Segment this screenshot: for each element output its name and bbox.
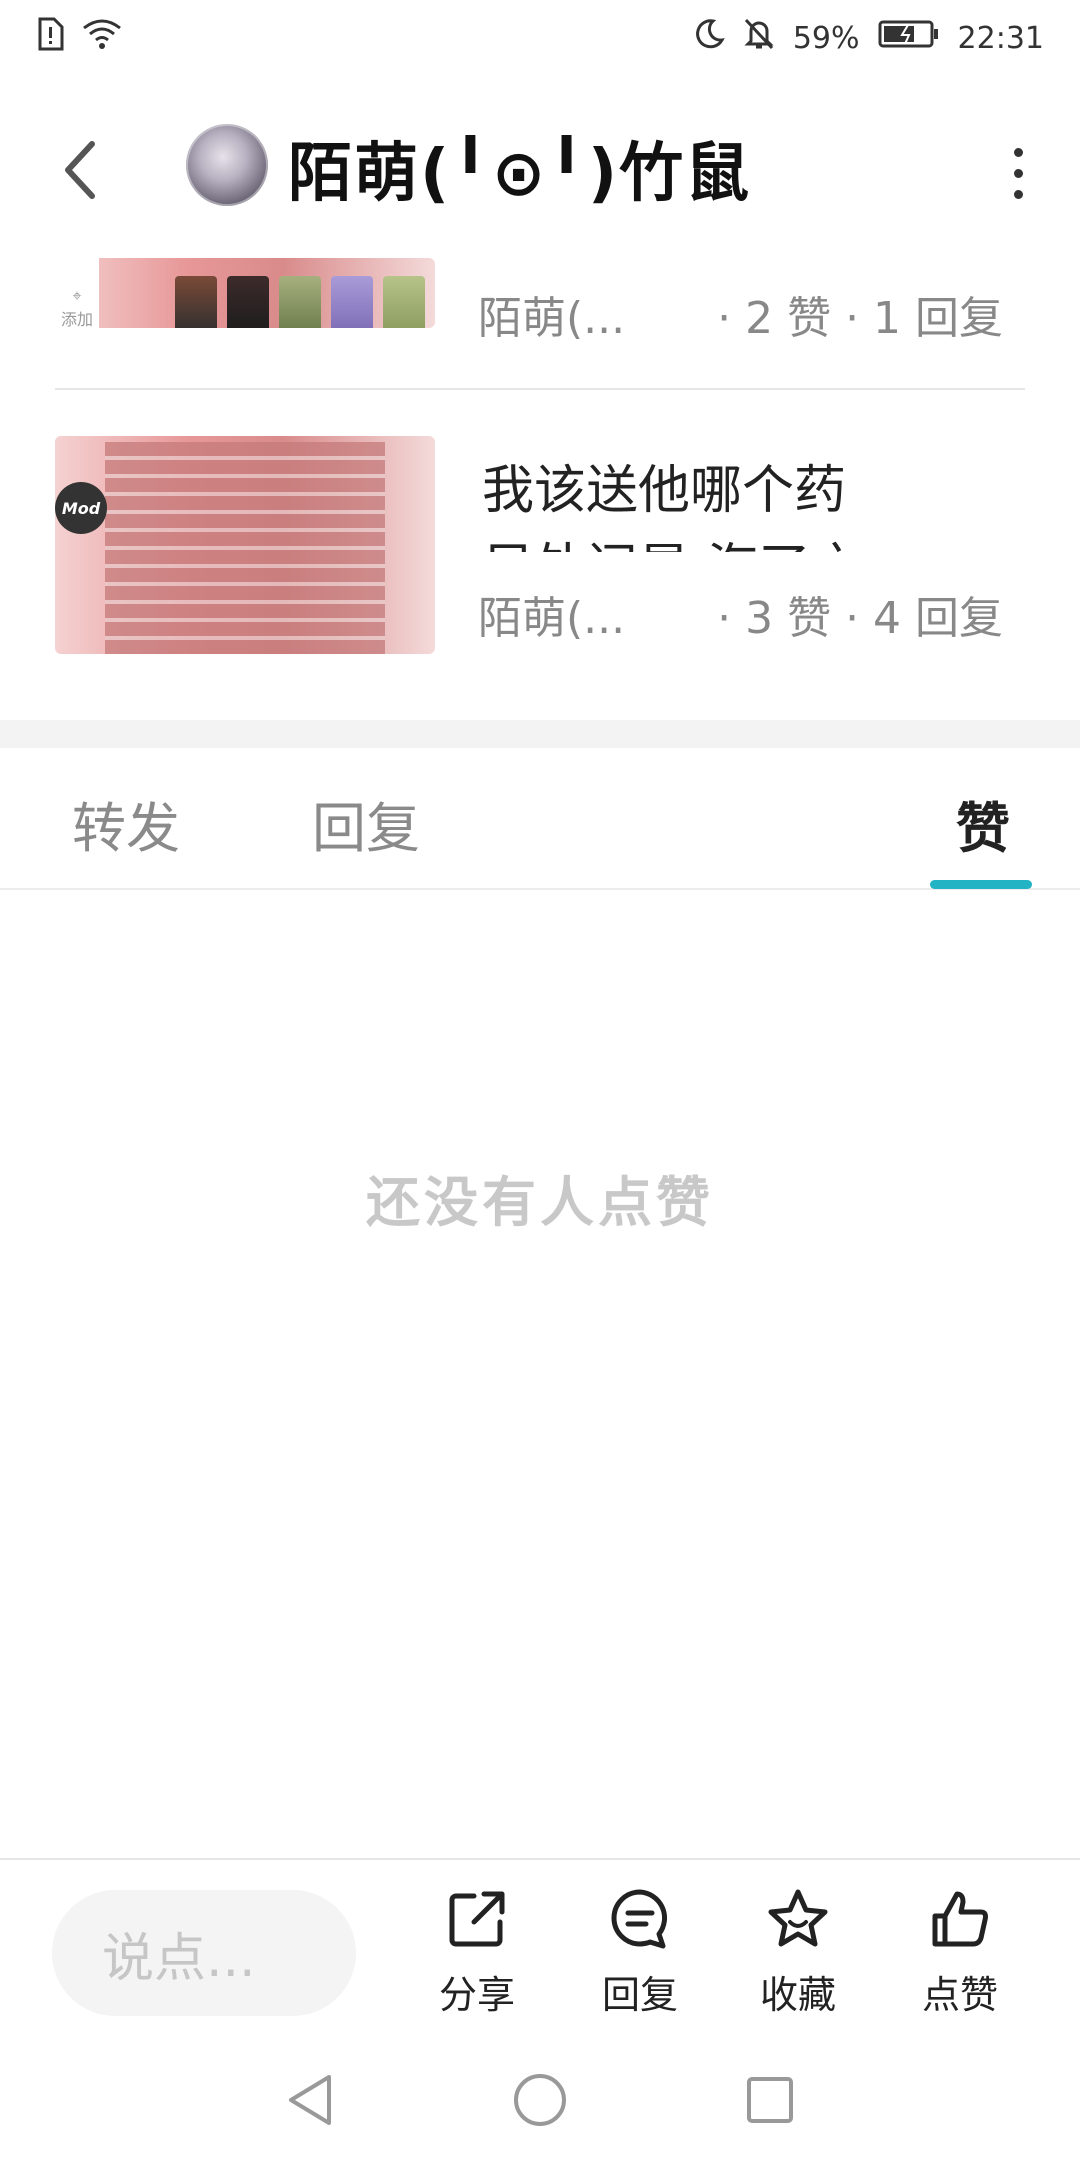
more-dot-icon [1013,189,1023,199]
reply-label: 回复 [601,1973,678,2017]
section-separator [0,720,1080,748]
tab-reply[interactable]: 回复 [312,784,420,863]
related-post-list: ⌖ 添加 陌萌(... · 2 赞 · 1 回复 Mod 我该送他哪个药 陌萌(… [0,252,1080,654]
nav-home-button[interactable] [510,2070,570,2130]
comment-placeholder: 说点... [102,1928,256,1989]
status-left [36,17,122,59]
thumbnail-character [383,276,425,328]
page: 59% 22:31 陌萌(╹⊙╹)竹鼠 ⌖ 添加 陌萌(... · 2 赞 · … [0,0,1080,2160]
header: 陌萌(╹⊙╹)竹鼠 [0,100,1080,240]
thumbnail-characters [175,276,425,328]
list-item[interactable]: Mod 我该送他哪个药 另外问是 海了之 陌萌(... · 3 赞 · 4 回复 [0,422,1080,662]
post-thumbnail: ⌖ 添加 [55,258,435,328]
share-button[interactable]: 分享 [417,1886,537,2019]
avatar[interactable] [186,124,268,206]
reply-button[interactable]: 回复 [580,1886,700,2019]
thumbnail-add-overlay: ⌖ 添加 [55,258,99,328]
thumbnail-character [227,276,269,328]
like-label: 点赞 [921,1973,998,2017]
empty-state-text: 还没有人点赞 [366,1171,714,1234]
thumbnail-text-lines [105,442,385,654]
square-recents-icon [747,2077,793,2123]
bell-muted-icon [743,17,775,59]
sim-alert-icon [36,17,64,59]
thumbnail-add-label: 添加 [60,310,93,328]
thumbs-up-icon [932,1891,988,1947]
post-meta: 陌萌(... · 3 赞 · 4 回复 [478,582,1003,646]
status-bar: 59% 22:31 [0,0,1080,76]
comment-input[interactable]: 说点... [52,1890,356,2016]
back-button[interactable] [50,130,110,210]
page-title: 陌萌(╹⊙╹)竹鼠 [288,137,752,211]
post-stats: · 3 赞 · 4 回复 [717,593,1004,644]
tab-likes[interactable]: 赞 [956,784,1010,863]
circle-home-icon [514,2074,566,2126]
like-button[interactable]: 点赞 [900,1886,1020,2019]
battery-percent: 59% [792,20,860,56]
post-author: 陌萌(... [478,593,626,644]
more-options-button[interactable] [998,138,1038,208]
more-dot-icon [1013,168,1023,178]
post-thumbnail [55,436,435,654]
post-author: 陌萌(... [478,293,626,344]
divider [55,388,1025,390]
clock: 22:31 [957,20,1044,56]
thumbnail-character [331,276,373,328]
list-item[interactable]: ⌖ 添加 陌萌(... · 2 赞 · 1 回复 [0,252,1080,388]
status-right: 59% 22:31 [693,17,1044,59]
moon-icon [693,18,725,58]
nav-back-button[interactable] [280,2070,340,2130]
star-icon [768,1889,828,1947]
post-title-line-clipped: 另外问是 海了之 [482,530,863,552]
chevron-left-icon [65,141,95,199]
tab-bar: 转发 回复 赞 [0,748,1080,890]
thumbnail-character [175,276,217,328]
share-icon [449,1891,505,1947]
mod-badge: Mod [55,482,107,534]
post-meta: 陌萌(... · 2 赞 · 1 回复 [478,282,1003,346]
post-title: 我该送他哪个药 另外问是 海了之 [482,452,863,552]
post-stats: · 2 赞 · 1 回复 [717,293,1004,344]
tab-forward[interactable]: 转发 [72,784,180,863]
share-label: 分享 [438,1973,515,2017]
wifi-icon [82,18,122,58]
action-bar: 说点... 分享 回复 收藏 点赞 [0,1858,1080,2042]
navigation-bar [0,2040,1080,2160]
more-dot-icon [1013,147,1023,157]
post-title-line: 我该送他哪个药 [482,461,847,521]
nav-recents-button[interactable] [740,2070,800,2130]
triangle-back-icon [289,2075,331,2125]
favorite-button[interactable]: 收藏 [738,1886,858,2019]
battery-icon [878,19,940,57]
chat-bubble-icon [611,1889,668,1949]
thumbnail-character [279,276,321,328]
active-tab-indicator [930,880,1032,889]
favorite-label: 收藏 [759,1973,836,2017]
